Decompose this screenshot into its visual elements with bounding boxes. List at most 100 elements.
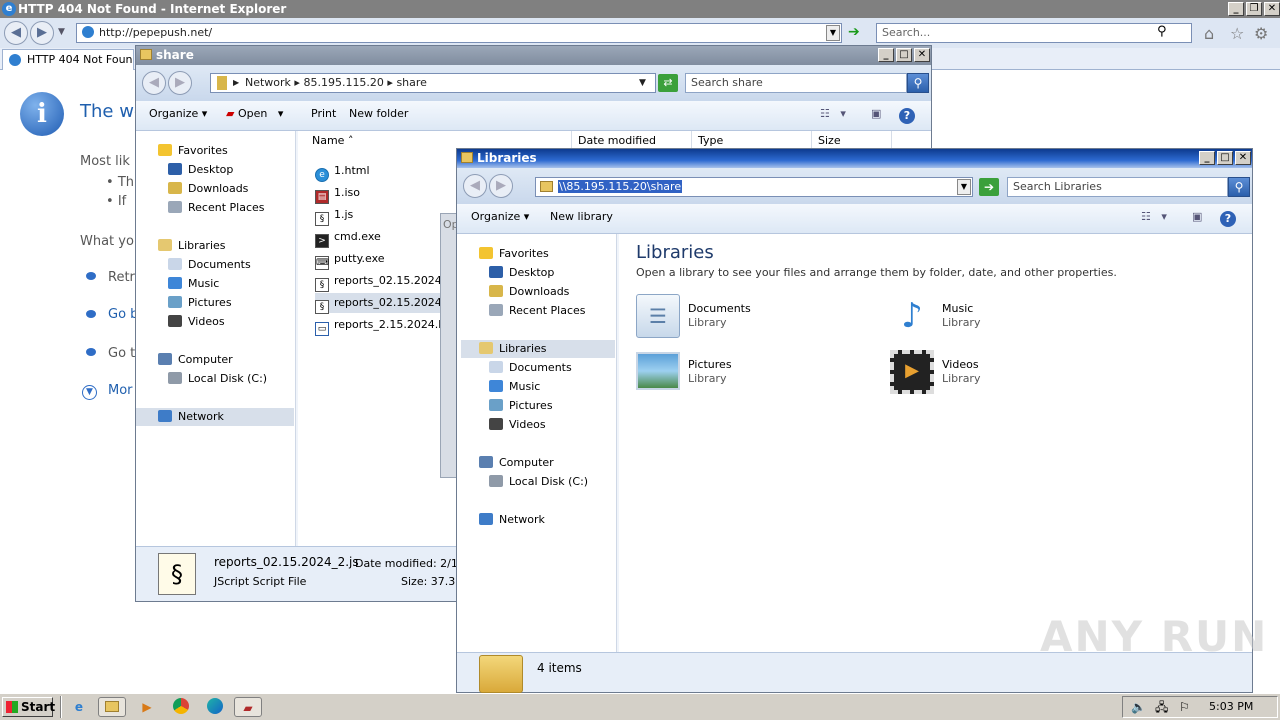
go-back-link[interactable]: Go b	[108, 307, 138, 322]
forward-arrow-icon[interactable]: ▶	[30, 21, 54, 45]
nav-downloads[interactable]: Downloads	[489, 283, 569, 301]
file-row[interactable]: § 1.js	[315, 205, 353, 226]
breadcrumb-item-network[interactable]: Network	[245, 76, 291, 89]
minimize-button[interactable]: _	[1199, 151, 1215, 165]
nav-pictures[interactable]: Pictures	[489, 397, 553, 415]
views-icon[interactable]: ☷ ▾	[1141, 204, 1167, 230]
nav-pictures[interactable]: Pictures	[168, 294, 232, 312]
close-button[interactable]: ✕	[1235, 151, 1251, 165]
taskbar-edge-icon[interactable]	[204, 697, 226, 717]
libraries-address-input[interactable]: \\85.195.115.20\share	[535, 177, 973, 197]
start-button[interactable]: Start	[2, 697, 55, 717]
file-row[interactable]: ▭ reports_2.15.2024.ht	[315, 315, 450, 336]
more-info-link[interactable]: Mor	[108, 383, 133, 398]
maximize-button[interactable]: □	[1217, 151, 1233, 165]
taskbar-app-icon[interactable]: ▰	[234, 697, 262, 717]
refresh-icon[interactable]: ⇄	[658, 74, 678, 92]
nav-desktop[interactable]: Desktop	[489, 264, 554, 282]
nav-recent-places[interactable]: Recent Places	[489, 302, 586, 320]
back-arrow-icon[interactable]: ◀	[463, 174, 487, 198]
go-arrow-icon[interactable]: ➔	[979, 178, 999, 196]
breadcrumb-item-ip[interactable]: 85.195.115.20	[303, 76, 383, 89]
organize-button[interactable]: Organize ▾	[149, 101, 207, 127]
restore-button[interactable]: ❐	[1246, 2, 1262, 16]
preview-pane-icon[interactable]: ▣	[1192, 204, 1202, 230]
share-search-input[interactable]: Search share	[685, 73, 907, 93]
favorites-star-icon[interactable]: ☆	[1230, 24, 1244, 43]
file-row[interactable]: > cmd.exe	[315, 227, 381, 248]
flag-icon[interactable]: ⚐	[1179, 697, 1190, 717]
nav-network[interactable]: Network	[479, 511, 545, 529]
file-row[interactable]: ▤ 1.iso	[315, 183, 360, 204]
breadcrumb-chevron-icon[interactable]: ▶	[233, 74, 239, 92]
ie-search-input[interactable]: Search...	[876, 23, 1192, 43]
library-pictures[interactable]: Pictures Library	[636, 350, 856, 400]
file-row[interactable]: e 1.html	[315, 161, 370, 182]
minimize-button[interactable]: _	[1228, 2, 1244, 16]
address-dropdown-icon[interactable]: ▼	[957, 179, 971, 195]
nav-desktop[interactable]: Desktop	[168, 161, 233, 179]
expand-chevron-icon[interactable]: ▼	[82, 385, 97, 400]
nav-documents[interactable]: Documents	[489, 359, 572, 377]
go-arrow-icon[interactable]: ➔	[848, 24, 868, 42]
file-row[interactable]: ⌨ putty.exe	[315, 249, 385, 270]
home-icon[interactable]: ⌂	[1204, 24, 1214, 43]
minimize-button[interactable]: _	[878, 48, 894, 62]
views-icon[interactable]: ☷ ▾	[820, 101, 846, 127]
gear-icon[interactable]: ⚙	[1254, 24, 1268, 43]
maximize-button[interactable]: □	[896, 48, 912, 62]
taskbar-explorer-icon[interactable]	[98, 697, 126, 717]
preview-pane-icon[interactable]: ▣	[871, 101, 881, 127]
file-row[interactable]: § reports_02.15.2024_	[315, 271, 447, 292]
nav-libraries[interactable]: Libraries	[461, 340, 615, 358]
close-button[interactable]: ✕	[914, 48, 930, 62]
nav-local-disk[interactable]: Local Disk (C:)	[168, 370, 267, 388]
nav-music[interactable]: Music	[168, 275, 219, 293]
nav-network[interactable]: Network	[136, 408, 294, 426]
share-breadcrumb[interactable]: ▶ Network ▸ 85.195.115.20 ▸ share ▼	[210, 73, 656, 93]
nav-local-disk[interactable]: Local Disk (C:)	[489, 473, 588, 491]
help-icon[interactable]: ?	[1220, 211, 1236, 227]
nav-videos[interactable]: Videos	[168, 313, 225, 331]
forward-arrow-icon[interactable]: ▶	[168, 71, 192, 95]
nav-computer[interactable]: Computer	[479, 454, 554, 472]
new-library-button[interactable]: New library	[550, 204, 613, 230]
back-arrow-icon[interactable]: ◀	[142, 71, 166, 95]
new-folder-button[interactable]: New folder	[349, 101, 408, 127]
nav-favorites[interactable]: Favorites	[479, 245, 549, 263]
nav-recent-places[interactable]: Recent Places	[168, 199, 265, 217]
forward-arrow-icon[interactable]: ▶	[489, 174, 513, 198]
nav-libraries[interactable]: Libraries	[158, 237, 226, 255]
taskbar-ie-icon[interactable]: e	[68, 697, 90, 717]
help-icon[interactable]: ?	[899, 108, 915, 124]
ie-tab-active[interactable]: HTTP 404 Not Found	[2, 49, 134, 70]
address-dropdown-icon[interactable]: ▼	[826, 25, 840, 41]
network-tray-icon[interactable]: 🖧	[1155, 697, 1168, 717]
library-music[interactable]: ♪ Music Library	[890, 294, 1110, 344]
search-icon[interactable]: ⚲	[1228, 177, 1250, 197]
nav-favorites[interactable]: Favorites	[158, 142, 228, 160]
search-icon[interactable]: ⚲	[1157, 24, 1167, 39]
volume-icon[interactable]: 🔈	[1131, 697, 1146, 717]
breadcrumb-dropdown-icon[interactable]: ▼	[639, 74, 646, 92]
go-to-link[interactable]: Go t	[108, 346, 135, 361]
ie-address-bar[interactable]: http://pepepush.net/	[76, 23, 842, 43]
organize-button[interactable]: Organize ▾	[471, 204, 529, 230]
library-videos[interactable]: ▶ Videos Library	[890, 350, 1110, 400]
nav-downloads[interactable]: Downloads	[168, 180, 248, 198]
print-button[interactable]: Print	[311, 101, 336, 127]
history-dropdown-icon[interactable]: ▼	[58, 27, 65, 37]
open-button[interactable]: ▰ Open ▾	[226, 101, 283, 127]
nav-music[interactable]: Music	[489, 378, 540, 396]
search-icon[interactable]: ⚲	[907, 73, 929, 93]
taskbar-media-player-icon[interactable]: ▶	[136, 697, 158, 717]
breadcrumb-item-share[interactable]: share	[396, 76, 427, 89]
nav-documents[interactable]: Documents	[168, 256, 251, 274]
back-arrow-icon[interactable]: ◀	[4, 21, 28, 45]
close-button[interactable]: ✕	[1264, 2, 1280, 16]
nav-videos[interactable]: Videos	[489, 416, 546, 434]
library-documents[interactable]: ☰ Documents Library	[636, 294, 856, 344]
libraries-search-input[interactable]: Search Libraries	[1007, 177, 1228, 197]
clock[interactable]: 5:03 PM	[1209, 697, 1253, 717]
nav-computer[interactable]: Computer	[158, 351, 233, 369]
